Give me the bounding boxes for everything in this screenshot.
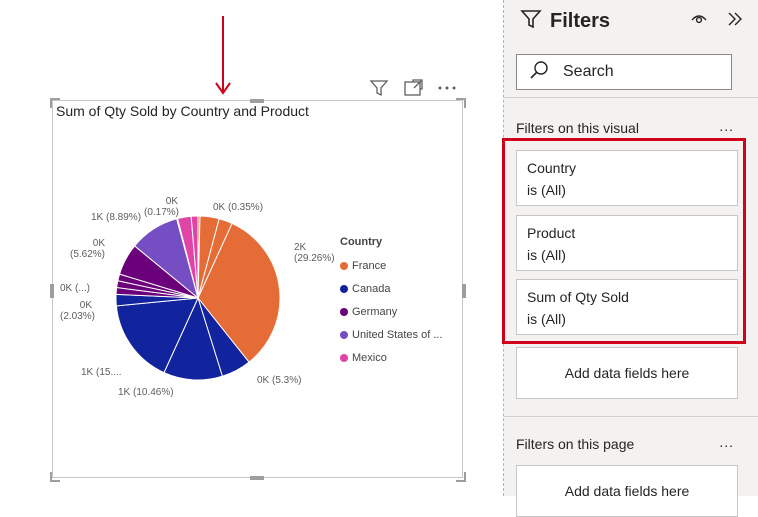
annotation-highlight-box (502, 138, 746, 344)
resize-corner-bl[interactable] (50, 472, 60, 482)
more-options-icon[interactable] (436, 78, 458, 98)
legend-item[interactable]: Germany (340, 300, 443, 323)
legend-item[interactable]: Mexico (340, 346, 443, 369)
search-placeholder: Search (563, 63, 614, 80)
data-label: 1K (15.... (81, 367, 122, 378)
legend-label: Mexico (352, 351, 387, 364)
legend-marker (340, 330, 348, 339)
section-label-visual: Filters on this visual (516, 120, 639, 136)
data-label: 2K (29.26%) (294, 242, 335, 264)
filters-search-input[interactable]: Search (516, 54, 732, 90)
legend-marker (340, 307, 348, 316)
report-canvas: Sum of Qty Sold by Country and Product 0… (0, 0, 502, 496)
legend-marker (340, 284, 348, 293)
search-icon (529, 60, 549, 85)
focus-mode-icon[interactable] (402, 78, 424, 98)
funnel-icon (520, 8, 542, 35)
resize-corner-tr[interactable] (456, 98, 466, 108)
legend-label: Canada (352, 282, 391, 295)
annotation-arrow (215, 16, 231, 95)
filter-icon[interactable] (368, 78, 390, 98)
resize-handle-right[interactable] (462, 284, 466, 298)
legend-label: France (352, 259, 387, 272)
legend-label: United States of ... (352, 328, 443, 341)
data-label: 0K (5.62%) (69, 238, 105, 260)
add-data-fields-visual[interactable]: Add data fields here (516, 347, 738, 399)
section-label-page: Filters on this page (516, 436, 635, 452)
data-label: 1K (8.89%) (91, 212, 142, 223)
more-options-visual-filters[interactable]: ... (719, 118, 734, 134)
filters-pane-header: Filters (520, 8, 610, 35)
legend-item[interactable]: United States of ... (340, 323, 443, 346)
pane-title: Filters (550, 10, 611, 32)
legend-title: Country (340, 236, 383, 248)
legend-label: Germany (352, 305, 398, 318)
legend-item[interactable]: Canada (340, 277, 443, 300)
data-label: 1K (10.46%) (118, 387, 174, 398)
data-label: 0K (...) (60, 283, 91, 294)
data-label: 0K (0.17%) (144, 196, 180, 218)
eye-icon[interactable] (690, 10, 708, 33)
legend-marker (340, 261, 348, 270)
data-label: 0K (2.03%) (60, 300, 96, 322)
more-options-page-filters[interactable]: ... (719, 434, 734, 450)
data-label: 0K (5.3%) (257, 375, 302, 386)
add-data-fields-page[interactable]: Add data fields here (516, 465, 738, 517)
visual-title: Sum of Qty Sold by Country and Product (56, 103, 309, 119)
data-label: 0K (0.35%) (213, 202, 264, 213)
resize-handle-left[interactable] (50, 284, 54, 298)
separator (504, 416, 758, 417)
resize-handle-bottom[interactable] (250, 476, 264, 480)
collapse-pane-icon[interactable] (726, 10, 744, 33)
legend-marker (340, 353, 348, 362)
chart-legend: Country France Canada Germany United States… (340, 236, 443, 369)
visual-header-toolbar (368, 78, 458, 98)
legend-item[interactable]: France (340, 254, 443, 277)
resize-corner-br[interactable] (456, 472, 466, 482)
pane-header-icons (690, 10, 744, 33)
separator (504, 97, 758, 98)
